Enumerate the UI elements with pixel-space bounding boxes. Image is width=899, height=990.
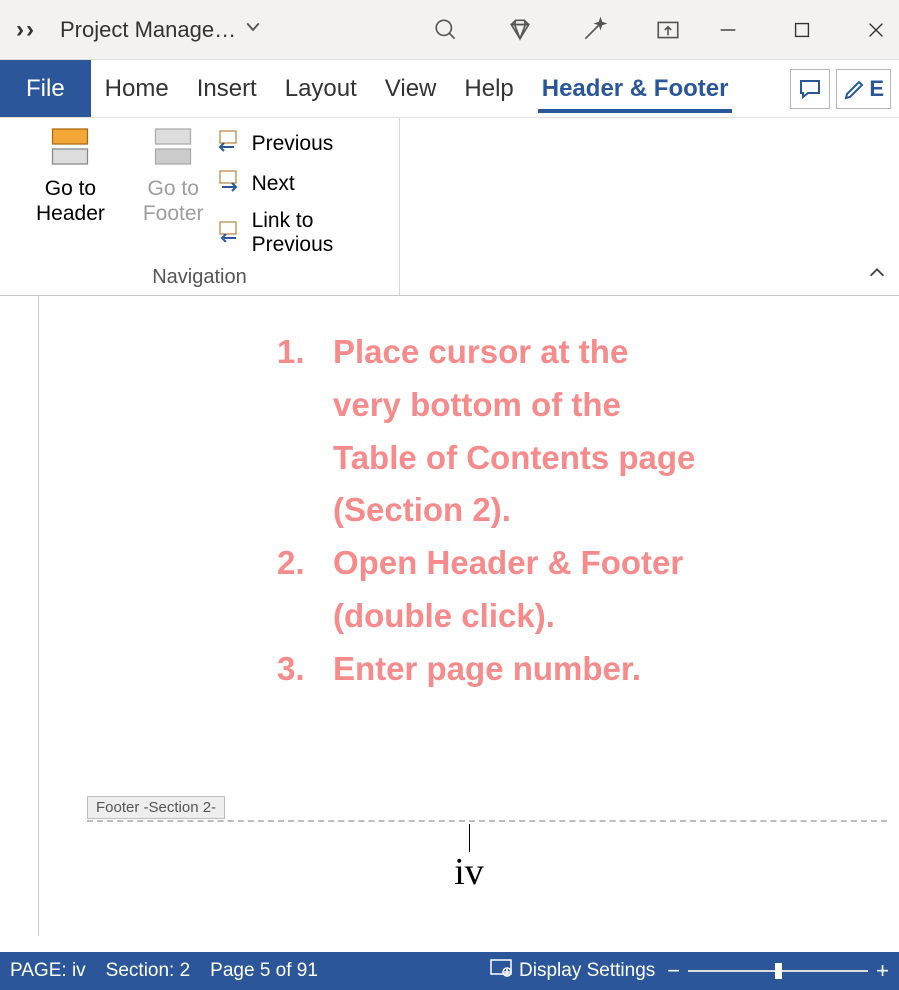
tab-file[interactable]: File <box>0 60 91 117</box>
link-to-previous-button[interactable]: Link to Previous <box>214 207 391 259</box>
header-icon <box>45 126 95 172</box>
next-label: Next <box>252 172 295 196</box>
next-icon <box>218 169 244 199</box>
left-margin <box>0 296 38 936</box>
tab-insert[interactable]: Insert <box>183 60 271 117</box>
search-icon[interactable] <box>431 15 461 45</box>
zoom-in-button[interactable]: + <box>876 958 889 984</box>
document-title: Project Manage… <box>60 17 236 43</box>
ribbon-body: Go to Header Go to Footer Previous <box>0 118 899 296</box>
link-to-previous-label: Link to Previous <box>252 209 387 257</box>
display-settings-label: Display Settings <box>519 960 655 982</box>
go-to-footer-button: Go to Footer <box>139 124 208 262</box>
zoom-out-button[interactable]: − <box>667 958 680 984</box>
status-page-of[interactable]: Page 5 of 91 <box>210 960 318 982</box>
instruction-overlay: 1.Place cursor at the very bottom of the… <box>277 326 839 696</box>
instruction-item: 3.Enter page number. <box>277 643 839 696</box>
footer-page-number[interactable]: iv <box>39 850 899 894</box>
zoom-track[interactable] <box>688 970 868 972</box>
ribbon-tabs: File Home Insert Layout View Help Header… <box>0 60 899 118</box>
footer-section-tag: Footer -Section 2- <box>87 796 225 819</box>
close-button[interactable] <box>861 15 891 45</box>
ribbon-group-navigation: Go to Header Go to Footer Previous <box>0 118 400 295</box>
collapse-ribbon-button[interactable] <box>865 262 889 289</box>
statusbar: PAGE: iv Section: 2 Page 5 of 91 Display… <box>0 952 899 990</box>
document-title-dropdown[interactable]: Project Manage… <box>60 17 262 43</box>
previous-label: Previous <box>252 132 334 156</box>
comments-button[interactable] <box>790 69 830 109</box>
document-area[interactable]: 1.Place cursor at the very bottom of the… <box>0 296 899 936</box>
tab-view[interactable]: View <box>371 60 451 117</box>
status-page[interactable]: PAGE: iv <box>10 960 86 982</box>
chevron-down-icon <box>244 18 262 41</box>
previous-button[interactable]: Previous <box>214 127 391 161</box>
display-settings-icon <box>489 958 513 984</box>
footer-separator <box>87 820 887 822</box>
tab-layout[interactable]: Layout <box>271 60 371 117</box>
tab-header-footer[interactable]: Header & Footer <box>528 60 743 117</box>
tab-home[interactable]: Home <box>91 60 183 117</box>
page-canvas[interactable]: 1.Place cursor at the very bottom of the… <box>38 296 899 936</box>
previous-icon <box>218 129 244 159</box>
window-up-icon[interactable] <box>653 15 683 45</box>
maximize-button[interactable] <box>787 15 817 45</box>
editing-button[interactable]: E <box>836 69 891 109</box>
footer-icon <box>148 126 198 172</box>
text-cursor <box>469 824 470 852</box>
status-section[interactable]: Section: 2 <box>106 960 191 982</box>
next-button[interactable]: Next <box>214 167 391 201</box>
zoom-handle[interactable] <box>775 963 782 979</box>
diamond-icon[interactable] <box>505 15 535 45</box>
wand-icon[interactable] <box>579 15 609 45</box>
display-settings-button[interactable]: Display Settings <box>489 958 655 984</box>
minimize-button[interactable] <box>713 15 743 45</box>
titlebar: ›› Project Manage… <box>0 0 899 60</box>
instruction-item: 1.Place cursor at the very bottom of the… <box>277 326 839 537</box>
instruction-item: 2.Open Header & Footer (double click). <box>277 537 839 643</box>
tab-help[interactable]: Help <box>450 60 527 117</box>
go-to-footer-label: Go to Footer <box>143 176 204 226</box>
link-to-previous-icon <box>218 218 244 248</box>
go-to-header-label: Go to Header <box>12 176 129 226</box>
ribbon-group-label: Navigation <box>152 262 247 293</box>
overflow-menu-button[interactable]: ›› <box>16 16 36 44</box>
zoom-slider[interactable]: − + <box>667 958 889 984</box>
go-to-header-button[interactable]: Go to Header <box>8 124 133 262</box>
